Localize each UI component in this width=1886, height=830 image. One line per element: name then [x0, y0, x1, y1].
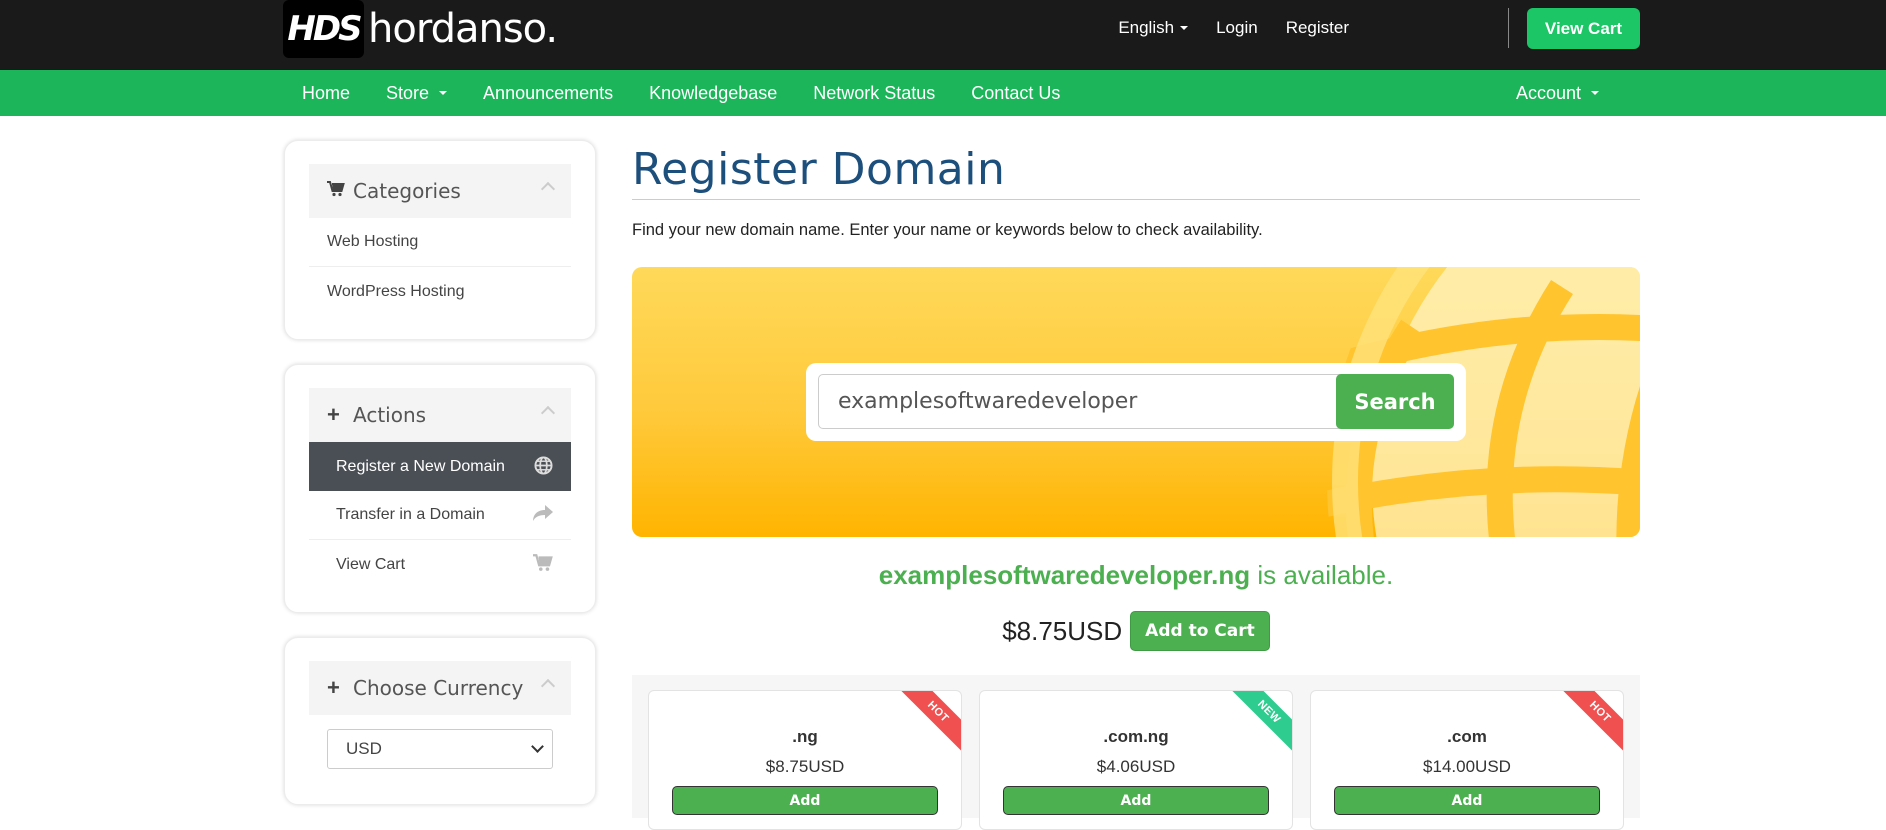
- action-register-domain-label: Register a New Domain: [336, 457, 505, 475]
- category-wordpress-hosting[interactable]: WordPress Hosting: [309, 267, 571, 316]
- shopping-cart-icon: [533, 554, 553, 577]
- nav-account-label: Account: [1516, 82, 1582, 103]
- currency-panel: + Choose Currency USD: [284, 637, 596, 805]
- tld-price: $8.75USD: [765, 757, 845, 776]
- nav-store-label: Store: [386, 82, 430, 103]
- shopping-cart-icon: [327, 180, 353, 202]
- tld-card: NEW .com.ng $4.06USD Add: [979, 690, 1293, 830]
- tld-suggestions: HOT .ng $8.75USD Add NEW .com.ng $4.06US…: [632, 675, 1640, 830]
- top-links: English Login Register: [1104, 0, 1363, 56]
- language-label: English: [1118, 18, 1175, 37]
- top-divider: [1508, 8, 1509, 48]
- nav-contact-us[interactable]: Contact Us: [953, 83, 1078, 104]
- action-view-cart[interactable]: View Cart: [309, 540, 571, 589]
- tld-price: $4.06USD: [1096, 757, 1176, 776]
- actions-header[interactable]: + Actions: [309, 388, 571, 442]
- login-link[interactable]: Login: [1202, 18, 1272, 38]
- action-view-cart-label: View Cart: [336, 555, 406, 573]
- search-box: examplesoftwaredeveloper Search: [806, 363, 1466, 441]
- nav-account[interactable]: Account: [1516, 70, 1600, 116]
- plus-icon: +: [327, 402, 340, 427]
- language-dropdown[interactable]: English: [1104, 18, 1202, 38]
- globe-icon: [534, 456, 553, 480]
- actions-panel: + Actions Register a New Domain Transfer…: [284, 364, 596, 613]
- caret-down-icon: [439, 91, 448, 95]
- intro-text: Find your new domain name. Enter your na…: [632, 221, 1263, 239]
- nav-announcements[interactable]: Announcements: [465, 83, 631, 104]
- availability-status: is available.: [1250, 560, 1394, 590]
- currency-header[interactable]: + Choose Currency: [309, 661, 571, 715]
- categories-header[interactable]: Categories: [309, 164, 571, 218]
- page-title: Register Domain: [632, 144, 1006, 195]
- tld-name: .com: [1447, 727, 1487, 746]
- tld-add-button[interactable]: Add: [1003, 786, 1269, 815]
- register-link[interactable]: Register: [1272, 18, 1363, 38]
- result-price: $8.75USD: [1002, 615, 1123, 646]
- categories-title: Categories: [353, 179, 461, 203]
- share-arrow-icon: [533, 505, 553, 526]
- result-price-row: $8.75USD Add to Cart: [632, 611, 1640, 651]
- actions-title: Actions: [353, 403, 427, 427]
- tld-name: .ng: [792, 727, 818, 746]
- search-button[interactable]: Search: [1336, 374, 1454, 429]
- brand-name: hordanso.: [368, 6, 558, 52]
- availability-message: examplesoftwaredeveloper.ng is available…: [632, 560, 1640, 591]
- chevron-up-icon[interactable]: [540, 405, 556, 421]
- caret-down-icon: [1180, 26, 1189, 30]
- tld-price: $14.00USD: [1423, 757, 1511, 776]
- brand-logo[interactable]: HDS hordanso.: [283, 0, 558, 58]
- action-register-domain[interactable]: Register a New Domain: [309, 442, 571, 491]
- view-cart-button[interactable]: View Cart: [1527, 8, 1640, 49]
- chevron-up-icon[interactable]: [540, 678, 556, 694]
- currency-title: Choose Currency: [353, 676, 524, 700]
- available-domain: examplesoftwaredeveloper.ng: [878, 560, 1251, 590]
- currency-select[interactable]: USD: [327, 729, 553, 769]
- caret-down-icon: [1591, 91, 1600, 95]
- chevron-down-icon: [531, 740, 544, 753]
- domain-search-input[interactable]: examplesoftwaredeveloper: [818, 374, 1358, 429]
- plus-icon: +: [327, 675, 340, 700]
- nav-store[interactable]: Store: [368, 83, 465, 104]
- tld-add-button[interactable]: Add: [672, 786, 938, 815]
- tld-add-button[interactable]: Add: [1334, 786, 1600, 815]
- categories-panel: Categories Web Hosting WordPress Hosting: [284, 140, 596, 340]
- main-nav: Home Store Announcements Knowledgebase N…: [0, 70, 1886, 116]
- action-transfer-domain[interactable]: Transfer in a Domain: [309, 491, 571, 540]
- chevron-up-icon[interactable]: [540, 181, 556, 197]
- currency-selected: USD: [346, 739, 382, 758]
- category-web-hosting[interactable]: Web Hosting: [309, 218, 571, 267]
- action-transfer-domain-label: Transfer in a Domain: [336, 506, 485, 523]
- logo-mark: HDS: [283, 0, 364, 58]
- tld-name: .com.ng: [1103, 727, 1169, 746]
- nav-knowledgebase[interactable]: Knowledgebase: [631, 83, 795, 104]
- nav-home[interactable]: Home: [284, 83, 368, 104]
- tld-card: HOT .ng $8.75USD Add: [648, 690, 962, 830]
- add-to-cart-button[interactable]: Add to Cart: [1130, 611, 1270, 651]
- top-bar: HDS hordanso. English Login Register Vie…: [0, 0, 1886, 70]
- title-divider: [632, 199, 1640, 200]
- tld-card: HOT .com $14.00USD Add: [1310, 690, 1624, 830]
- nav-network-status[interactable]: Network Status: [795, 83, 953, 104]
